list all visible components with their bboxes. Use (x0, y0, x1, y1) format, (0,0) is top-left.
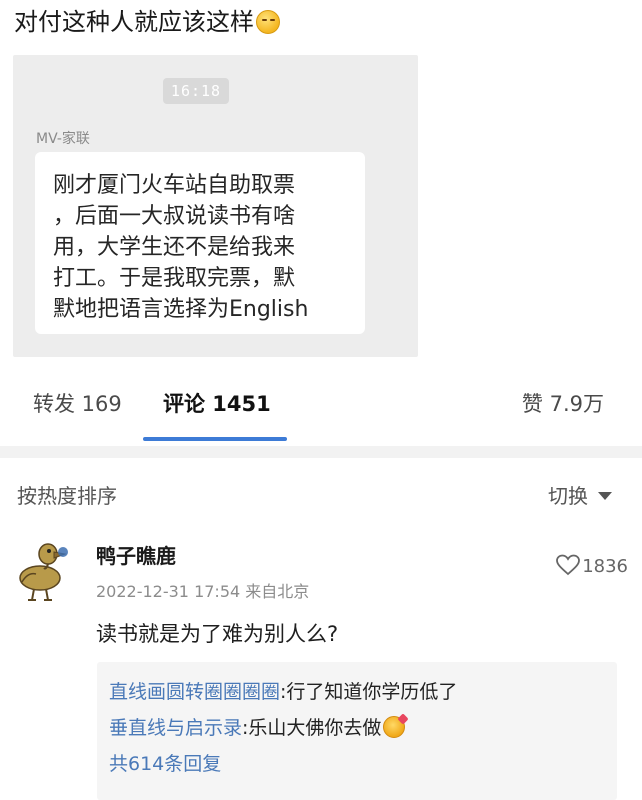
chat-message-bubble: 刚才厦门火车站自助取票 ，后面一大叔说读书有啥 用，大学生还不是给我来 打工。于… (35, 152, 365, 334)
sort-switch-button[interactable]: 切换 (548, 480, 612, 509)
comment-meta: 2022-12-31 17:54 来自北京 (96, 582, 310, 601)
tab-forward[interactable]: 转发 169 (33, 388, 122, 418)
reply-text: :乐山大佛你去做 (242, 717, 382, 739)
comment-username[interactable]: 鸭子瞧鹿 (96, 540, 176, 569)
chat-message-line: 打工。于是我取完票，默 (53, 266, 296, 291)
caret-down-icon (598, 492, 612, 500)
reply-text: :行了知道你学历低了 (280, 681, 458, 703)
sort-by-hot-label[interactable]: 按热度排序 (17, 480, 117, 509)
interaction-tabs: 转发 169 评论 1451 赞 7.9万 (0, 380, 642, 442)
reply-username[interactable]: 直线画圆转圈圈圈圈 (109, 681, 280, 703)
comment-like-count: 1836 (582, 556, 628, 577)
duck-avatar-icon[interactable] (10, 538, 72, 602)
section-divider (0, 446, 642, 458)
reply-thread: 直线画圆转圈圈圈圈:行了知道你学历低了 垂直线与启示录:乐山大佛你去做 共614… (97, 662, 617, 800)
embedded-chat-screenshot[interactable]: 16:18 MV-家联 刚才厦门火车站自助取票 ，后面一大叔说读书有啥 用，大学… (13, 55, 418, 357)
view-all-replies-link[interactable]: 共614条回复 (109, 746, 617, 782)
chat-message-line: 用，大学生还不是给我来 (53, 235, 296, 260)
chat-message-line: 默地把语言选择为English (53, 297, 309, 322)
chat-time-stamp: 16:18 (163, 78, 229, 104)
reply-item[interactable]: 直线画圆转圈圈圈圈:行了知道你学历低了 (109, 674, 617, 710)
reply-username[interactable]: 垂直线与启示录 (109, 717, 242, 739)
chat-message-line: 刚才厦门火车站自助取票 (53, 173, 296, 198)
grimacing-face-emoji-icon (256, 10, 280, 34)
comment-text: 读书就是为了难为别人么? (96, 622, 339, 646)
chat-message-line: ，后面一大叔说读书有啥 (53, 204, 296, 229)
comment-like-button[interactable]: 1836 (556, 554, 628, 577)
post-title: 对付这种人就应该这样 (14, 6, 280, 38)
smiling-face-with-hearts-icon (383, 716, 406, 738)
chat-sender-name: MV-家联 (36, 131, 90, 147)
sort-switch-label: 切换 (548, 484, 588, 508)
reply-item[interactable]: 垂直线与启示录:乐山大佛你去做 (109, 710, 617, 746)
weibo-post-page: 对付这种人就应该这样 16:18 MV-家联 刚才厦门火车站自助取票 ，后面一大… (0, 0, 642, 800)
post-title-text: 对付这种人就应该这样 (14, 8, 254, 36)
tab-comments[interactable]: 评论 1451 (163, 388, 271, 418)
heart-icon (556, 554, 581, 576)
active-tab-indicator (143, 437, 287, 441)
tab-likes[interactable]: 赞 7.9万 (522, 388, 604, 418)
